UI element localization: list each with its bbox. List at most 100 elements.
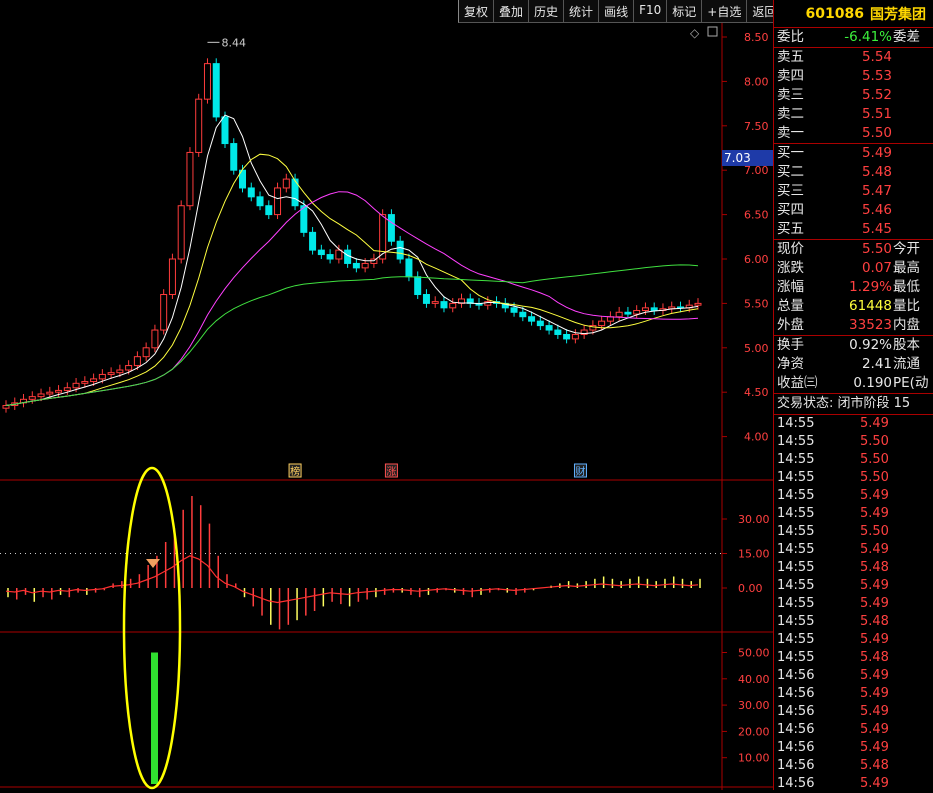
buy-row: 买一 5.49 xyxy=(774,144,933,163)
tick-row: 14:55 5.48 xyxy=(774,559,933,577)
tick-row: 14:56 5.49 xyxy=(774,685,933,703)
diamond-icon: ◇ xyxy=(690,26,700,40)
tick-price: 5.49 xyxy=(860,740,889,755)
stat-row-value: 0.07 xyxy=(861,260,892,276)
tick-time: 14:56 xyxy=(777,776,815,791)
sell-row-value: 5.54 xyxy=(861,49,892,65)
candle-body xyxy=(519,311,527,318)
buy-row-value: 5.49 xyxy=(861,145,892,161)
stock-code: 601086 xyxy=(805,5,864,22)
buy-row-value: 5.45 xyxy=(861,221,892,237)
add-watchlist-button[interactable]: +自选 xyxy=(701,0,747,23)
tick-time: 14:55 xyxy=(777,596,815,611)
tick-list[interactable]: 14:55 5.49 14:55 5.50 14:55 5.50 14:55 5.50 14:5… xyxy=(774,415,933,793)
tick-time: 14:55 xyxy=(777,650,815,665)
candle-body xyxy=(133,356,141,367)
statistics-button[interactable]: 统计 xyxy=(563,0,599,23)
price-label: 6.50 xyxy=(744,209,769,222)
candle-body xyxy=(352,262,360,269)
candle-body xyxy=(28,396,36,400)
tick-row: 14:55 5.49 xyxy=(774,577,933,595)
overlay-button[interactable]: 叠加 xyxy=(493,0,529,23)
candle-body xyxy=(396,240,404,260)
tick-time: 14:55 xyxy=(777,434,815,449)
buy-row: 买二 5.48 xyxy=(774,163,933,182)
stat-row: 外盘 33523 内盘 xyxy=(774,316,933,335)
ind2-label: 20.00 xyxy=(738,725,770,738)
mark-button[interactable]: 标记 xyxy=(666,0,702,23)
stat-row: 涨跌 0.07 最高 xyxy=(774,259,933,278)
candle-body xyxy=(221,116,229,145)
price-label: 5.50 xyxy=(744,297,769,310)
window-icon xyxy=(707,26,718,37)
history-button[interactable]: 历史 xyxy=(528,0,564,23)
stat-row-label: 换手 xyxy=(777,337,804,353)
candle-body xyxy=(63,387,71,391)
high-price-label: 8.44 xyxy=(221,36,246,49)
sell-row-label: 卖五 xyxy=(777,49,804,65)
stat-row: 净资 2.41 流通 xyxy=(774,355,933,374)
ind1-label: 0.00 xyxy=(738,582,763,595)
ind1-label: 30.00 xyxy=(738,513,770,526)
tick-row: 14:56 5.49 xyxy=(774,721,933,739)
tick-price: 5.48 xyxy=(860,614,889,629)
chart-area[interactable]: 8.50 8.00 7.50 7.00 6.50 6.00 5.50 5.00 4.50 4.00… xyxy=(0,0,775,790)
tick-time: 14:56 xyxy=(777,686,815,701)
tick-row: 14:55 5.49 xyxy=(774,595,933,613)
stat-row-label2: 流通 xyxy=(893,356,920,372)
tick-row: 14:56 5.49 xyxy=(774,775,933,793)
tick-price: 5.49 xyxy=(860,416,889,431)
candle-body xyxy=(195,98,203,153)
tick-price: 5.50 xyxy=(860,434,889,449)
stat-row-value: 1.29% xyxy=(849,279,892,295)
candle-body xyxy=(212,63,220,118)
candle-body xyxy=(72,382,80,389)
tick-row: 14:55 5.49 xyxy=(774,487,933,505)
stock-name: 国芳集团 xyxy=(870,6,926,23)
stat-row-label: 现价 xyxy=(777,241,804,257)
candle-body xyxy=(536,320,544,327)
candle-body xyxy=(422,294,430,304)
price-label: 8.50 xyxy=(744,31,769,44)
candle-body xyxy=(545,325,553,331)
f10-button[interactable]: F10 xyxy=(633,0,667,23)
tick-row: 14:55 5.50 xyxy=(774,523,933,541)
weicha-label: 委差 xyxy=(893,29,920,45)
stat-row: 收益㈢ 0.190 PE(动 xyxy=(774,374,933,393)
sell-orders: 卖五 5.54 卖四 5.53 卖三 5.52 卖二 5.51 卖一 5.50 xyxy=(774,48,933,144)
tick-price: 5.49 xyxy=(860,596,889,611)
price-label: 7.00 xyxy=(744,164,769,177)
tick-price: 5.49 xyxy=(860,488,889,503)
tick-time: 14:55 xyxy=(777,578,815,593)
candle-body xyxy=(563,333,571,340)
buy-row-value: 5.47 xyxy=(861,183,892,199)
candle-body xyxy=(274,187,282,216)
candle-body xyxy=(55,389,63,393)
sell-row-label: 卖一 xyxy=(777,125,804,141)
tick-time: 14:55 xyxy=(777,632,815,647)
current-price-tag: 7.03 xyxy=(722,150,776,166)
tick-time: 14:56 xyxy=(777,704,815,719)
candle-body xyxy=(2,405,10,409)
tick-time: 14:55 xyxy=(777,488,815,503)
sell-row: 卖五 5.54 xyxy=(774,48,933,67)
sell-row: 卖一 5.50 xyxy=(774,124,933,143)
tick-time: 14:55 xyxy=(777,542,815,557)
stats-block-2: 换手 0.92% 股本 净资 2.41 流通 收益㈢ 0.190 PE(动 xyxy=(774,336,933,394)
stat-row-value: 61448 xyxy=(849,298,892,314)
buy-row-value: 5.48 xyxy=(861,164,892,180)
ma-line-60 xyxy=(5,264,699,406)
tick-price: 5.49 xyxy=(860,542,889,557)
chart-canvas[interactable]: 8.50 8.00 7.50 7.00 6.50 6.00 5.50 5.00 4.50 4.00… xyxy=(0,0,775,790)
weibi-row: 委比 -6.41% 委差 xyxy=(774,28,933,48)
tick-price: 5.50 xyxy=(860,524,889,539)
restore-rights-button[interactable]: 复权 xyxy=(458,0,494,23)
candle-body xyxy=(90,378,98,383)
tick-price: 5.48 xyxy=(860,560,889,575)
draw-line-button[interactable]: 画线 xyxy=(598,0,634,23)
tick-time: 14:56 xyxy=(777,740,815,755)
stat-row: 总量 61448 量比 xyxy=(774,297,933,316)
tick-price: 5.49 xyxy=(860,704,889,719)
candle-body xyxy=(598,320,606,327)
tick-time: 14:56 xyxy=(777,668,815,683)
